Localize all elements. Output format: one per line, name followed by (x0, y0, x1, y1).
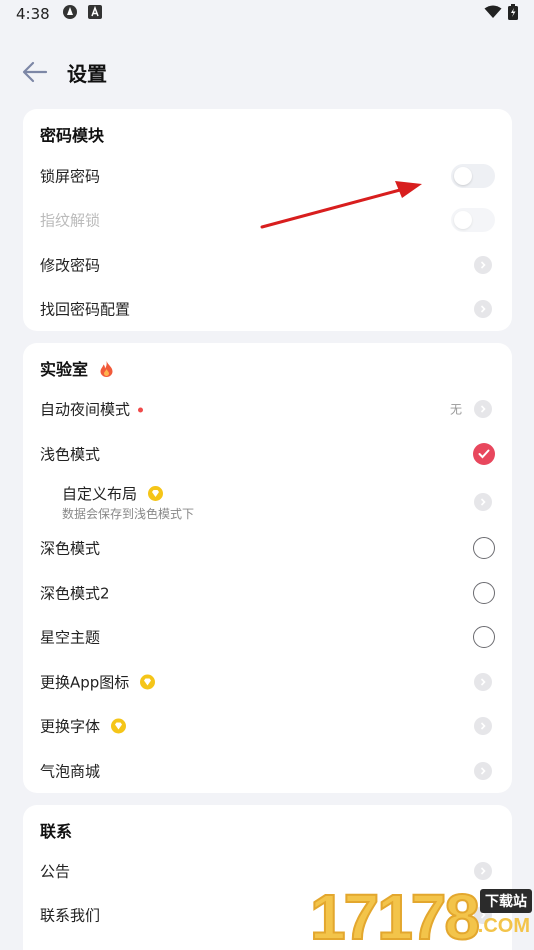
page-title: 设置 (67, 62, 107, 86)
chevron-right-icon (474, 256, 492, 274)
lab-section-card: 实验室 自动夜间模式 无 浅色模式 自定义布局 数据会保存到浅色模式下 深色模式 (23, 343, 512, 793)
vip-icon (147, 486, 163, 501)
starry-theme-row[interactable]: 星空主题 (23, 617, 512, 657)
watermark-logo: 17178 下载站 .COM (309, 881, 534, 950)
dark-mode-label: 深色模式 (40, 539, 101, 558)
lock-password-row[interactable]: 锁屏密码 (23, 156, 512, 196)
light-mode-radio[interactable] (473, 443, 495, 465)
change-password-row[interactable]: 修改密码 (23, 245, 512, 285)
vip-icon (140, 674, 156, 690)
watermark-digits: 17178 (309, 881, 481, 950)
new-dot-icon (138, 407, 144, 413)
bubble-store-label: 气泡商城 (40, 762, 101, 781)
lab-title-text: 实验室 (40, 360, 89, 379)
chevron-right-icon (474, 493, 492, 511)
fingerprint-toggle (451, 208, 495, 232)
vpn-icon (62, 4, 78, 24)
chevron-right-icon (474, 400, 492, 418)
change-app-icon-label: 更换App图标 (40, 672, 156, 693)
dark-mode-row[interactable]: 深色模式 (23, 528, 512, 568)
custom-layout-row[interactable]: 自定义布局 数据会保存到浅色模式下 (23, 480, 512, 524)
dark-mode-2-row[interactable]: 深色模式2 (23, 573, 512, 613)
starry-theme-label: 星空主题 (40, 628, 101, 647)
chevron-right-icon (474, 300, 492, 318)
watermark-domain: .COM (477, 915, 530, 937)
status-bar: 4:38 (0, 0, 534, 28)
fingerprint-row: 指纹解锁 (23, 200, 512, 240)
app-header: 设置 (0, 48, 534, 96)
back-button[interactable] (20, 58, 50, 86)
change-password-label: 修改密码 (40, 256, 101, 275)
check-icon (478, 449, 490, 459)
section-title-lab: 实验室 (40, 356, 113, 381)
recover-config-label: 找回密码配置 (40, 300, 131, 319)
auto-night-value: 无 (449, 402, 462, 417)
section-title-contact: 联系 (40, 822, 73, 841)
light-mode-row[interactable]: 浅色模式 (23, 434, 512, 474)
change-font-row[interactable]: 更换字体 (23, 706, 512, 746)
light-mode-label: 浅色模式 (40, 445, 101, 464)
auto-night-row[interactable]: 自动夜间模式 无 (23, 389, 512, 429)
status-time: 4:38 (16, 5, 50, 23)
fingerprint-label: 指纹解锁 (40, 211, 101, 230)
custom-layout-label: 自定义布局 (62, 483, 163, 504)
chevron-right-icon (474, 862, 492, 880)
lock-password-label: 锁屏密码 (40, 167, 101, 186)
change-app-icon-row[interactable]: 更换App图标 (23, 662, 512, 702)
dark-mode-2-radio[interactable] (473, 582, 495, 604)
wifi-icon (484, 5, 502, 23)
dark-mode-radio[interactable] (473, 537, 495, 559)
watermark-badge: 下载站 (480, 889, 532, 913)
announcement-label: 公告 (40, 862, 71, 881)
change-app-icon-text: 更换App图标 (40, 673, 130, 692)
bubble-store-row[interactable]: 气泡商城 (23, 751, 512, 791)
starry-theme-radio[interactable] (473, 626, 495, 648)
vip-icon (110, 718, 126, 734)
arrow-left-icon (22, 61, 48, 83)
custom-layout-text: 自定义布局 (62, 485, 138, 503)
password-section-card: 密码模块 锁屏密码 指纹解锁 修改密码 找回密码配置 (23, 109, 512, 331)
change-font-text: 更换字体 (40, 717, 101, 736)
custom-layout-desc: 数据会保存到浅色模式下 (62, 507, 195, 521)
chevron-right-icon (474, 717, 492, 735)
fire-icon (100, 361, 113, 381)
auto-night-label: 自动夜间模式 (40, 399, 144, 420)
app-notification-icon (87, 5, 102, 23)
contact-us-label: 联系我们 (40, 906, 101, 925)
dark-mode-2-label: 深色模式2 (40, 584, 110, 603)
chevron-right-icon (474, 673, 492, 691)
change-font-label: 更换字体 (40, 716, 126, 737)
section-title-password: 密码模块 (40, 126, 105, 145)
auto-night-text: 自动夜间模式 (40, 400, 131, 419)
chevron-right-icon (474, 762, 492, 780)
battery-icon (508, 4, 518, 24)
recover-config-row[interactable]: 找回密码配置 (23, 289, 512, 329)
lock-password-toggle[interactable] (451, 164, 495, 188)
